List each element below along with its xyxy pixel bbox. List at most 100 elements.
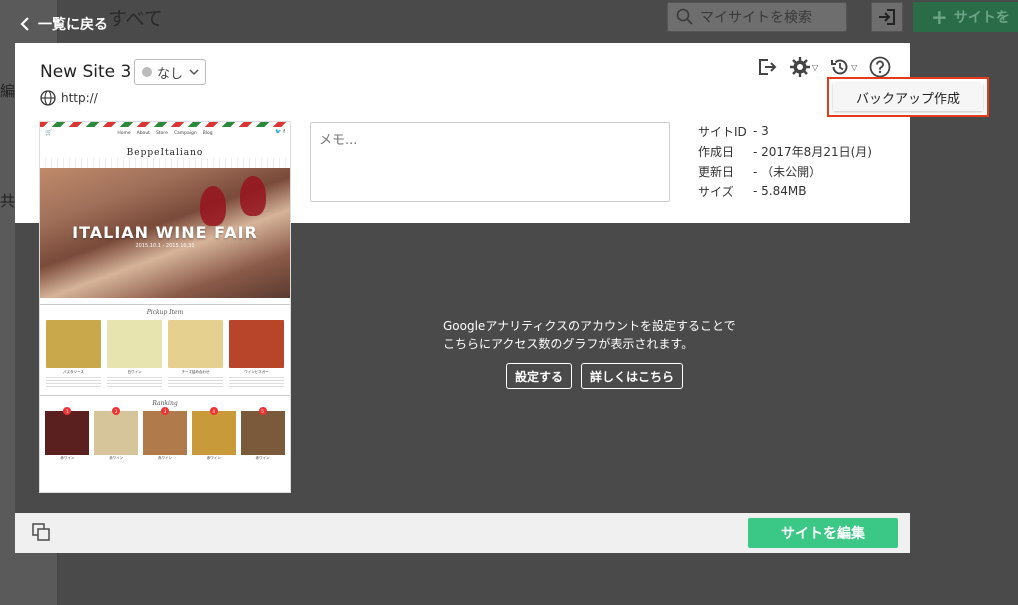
thumb-rank-item: 3 赤ワイン bbox=[142, 407, 187, 461]
social-icons: 🐦 f bbox=[275, 129, 285, 135]
product-image bbox=[107, 320, 162, 368]
info-key: サイズ bbox=[698, 184, 734, 199]
info-row-updated: 更新日 - （未公開） bbox=[698, 161, 872, 181]
background-search-box: マイサイトを検索 bbox=[667, 2, 847, 32]
thumb-nav-item: Blog bbox=[202, 131, 213, 136]
thumb-hero: ITALIAN WINE FAIR 2015.10.1 - 2015.10.31 bbox=[40, 168, 290, 298]
create-backup-label: バックアップ作成 bbox=[855, 91, 960, 107]
background-add-site-button: + サイトを bbox=[913, 2, 1018, 32]
analytics-message-line: Googleアナリティクスのアカウントを設定することで bbox=[443, 319, 736, 333]
gear-icon bbox=[790, 57, 810, 77]
plus-icon: + bbox=[931, 5, 948, 29]
help-icon bbox=[869, 56, 891, 78]
status-dot-icon bbox=[142, 67, 152, 77]
back-link-label: 一覧に戻る bbox=[38, 17, 108, 33]
edit-site-button[interactable]: サイトを編集 bbox=[748, 518, 898, 548]
search-placeholder: マイサイトを検索 bbox=[700, 10, 812, 26]
rank-number: 3 bbox=[160, 407, 169, 415]
thumb-rank-item: 4 赤ワイン bbox=[191, 407, 236, 461]
info-row-created: 作成日 - 2017年8月21日(月) bbox=[698, 141, 872, 161]
product-text bbox=[168, 377, 223, 389]
export-button[interactable] bbox=[757, 57, 777, 77]
product-text bbox=[107, 377, 162, 389]
chevron-down-icon: ▽ bbox=[812, 62, 819, 72]
rank-name: 赤ワイン bbox=[60, 456, 75, 460]
thumb-rank-item: 5 赤ワイン bbox=[240, 407, 285, 461]
rank-name: 赤ワイン bbox=[109, 456, 124, 460]
product-name: パスタソース bbox=[63, 370, 84, 374]
wine-glass-image bbox=[240, 176, 266, 216]
thumb-ranking-heading: Ranking bbox=[40, 395, 290, 407]
rank-name: 赤ワイン bbox=[255, 456, 270, 460]
chevron-left-icon bbox=[20, 17, 29, 31]
background-header-title: すべて bbox=[108, 8, 163, 30]
analytics-message: Googleアナリティクスのアカウントを設定することで こちらにアクセス数のグラ… bbox=[443, 317, 763, 353]
rank-image bbox=[94, 411, 139, 455]
thumb-product: ワインビネガー bbox=[229, 320, 284, 389]
history-menu-button[interactable]: ▽ bbox=[830, 57, 857, 77]
analytics-details-button[interactable]: 詳しくはこちら bbox=[581, 363, 684, 389]
thumb-nav-item: Home bbox=[117, 131, 131, 136]
info-row-size: サイズ - 5.84MB bbox=[698, 181, 872, 201]
create-backup-menu-item[interactable]: バックアップ作成 bbox=[833, 83, 983, 111]
rank-number: 5 bbox=[258, 407, 267, 415]
product-text bbox=[46, 377, 101, 389]
thumb-nav-item: About bbox=[136, 131, 150, 136]
backup-tooltip-highlight: バックアップ作成 bbox=[827, 77, 989, 117]
thumb-bunting bbox=[40, 158, 290, 168]
info-value: - 3 bbox=[753, 124, 769, 138]
info-key: 作成日 bbox=[698, 144, 735, 159]
site-thumbnail[interactable]: 🛒 🐦 f Home About Store Campaign Blog Bep… bbox=[40, 122, 290, 492]
background-login-button bbox=[871, 2, 903, 32]
settings-menu-button[interactable]: ▽ bbox=[789, 56, 818, 78]
thumb-pickup-heading: Pickup Item bbox=[40, 304, 290, 316]
thumb-product: パスタソース bbox=[46, 320, 101, 389]
search-icon bbox=[676, 8, 693, 25]
product-text bbox=[229, 377, 284, 389]
site-info: サイトID - 3 作成日 - 2017年8月21日(月) 更新日 - （未公開） サ… bbox=[698, 121, 872, 201]
rank-image bbox=[240, 411, 285, 455]
duplicate-site-button[interactable] bbox=[31, 522, 51, 546]
info-value: - （未公開） bbox=[753, 164, 822, 179]
product-name: 白ワイン bbox=[127, 370, 142, 374]
thumb-nav-item: Store bbox=[155, 131, 168, 136]
thumb-product: チーズ詰め合わせ bbox=[168, 320, 223, 389]
add-site-label: サイトを bbox=[953, 10, 1010, 26]
thumb-hero-dates: 2015.10.1 - 2015.10.31 bbox=[135, 243, 195, 249]
memo-input[interactable] bbox=[310, 122, 670, 202]
thumb-brand: BeppeItaliano bbox=[126, 148, 204, 158]
analytics-message-line: こちらにアクセス数のグラフが表示されます。 bbox=[443, 337, 694, 351]
rank-name: 赤ワイン bbox=[206, 456, 221, 460]
rank-image bbox=[142, 411, 187, 455]
analytics-buttons: 設定する 詳しくはこちら bbox=[506, 363, 692, 389]
site-detail-modal: New Site 3 なし http:// ▽ ▽ バックアップ作成 サイトID bbox=[15, 43, 989, 553]
rank-image bbox=[45, 411, 90, 455]
thumb-nav-item: Campaign bbox=[173, 131, 197, 136]
sidebar-fragment: 編 bbox=[0, 82, 16, 100]
product-image bbox=[46, 320, 101, 368]
wine-glass-image bbox=[200, 186, 226, 226]
help-button[interactable] bbox=[869, 56, 891, 78]
export-icon bbox=[759, 59, 777, 75]
site-url[interactable]: http:// bbox=[61, 91, 98, 105]
rank-number: 4 bbox=[209, 407, 218, 415]
product-image bbox=[229, 320, 284, 368]
chevron-down-icon bbox=[189, 68, 199, 75]
site-url-row: http:// bbox=[40, 90, 98, 106]
chevron-down-icon: ▽ bbox=[851, 62, 858, 72]
info-key: サイトID bbox=[698, 124, 747, 139]
login-icon bbox=[879, 9, 895, 25]
history-icon bbox=[831, 59, 848, 75]
site-title: New Site 3 bbox=[40, 62, 132, 82]
info-value: - 5.84MB bbox=[753, 184, 807, 198]
back-to-list-link[interactable]: 一覧に戻る bbox=[20, 14, 108, 34]
analytics-setup-button[interactable]: 設定する bbox=[506, 363, 573, 389]
thumb-ranks: 1 赤ワイン 2 赤ワイン 3 赤ワイン 4 赤ワイン 5 赤ワイン bbox=[40, 407, 290, 461]
info-row-site-id: サイトID - 3 bbox=[698, 121, 872, 141]
site-toolbar: ▽ ▽ bbox=[757, 56, 903, 78]
copy-icon bbox=[32, 523, 50, 541]
thumb-nav: Home About Store Campaign Blog bbox=[40, 127, 290, 136]
status-select[interactable]: なし bbox=[134, 59, 206, 85]
rank-name: 赤ワイン bbox=[157, 456, 172, 460]
globe-icon bbox=[40, 90, 56, 106]
